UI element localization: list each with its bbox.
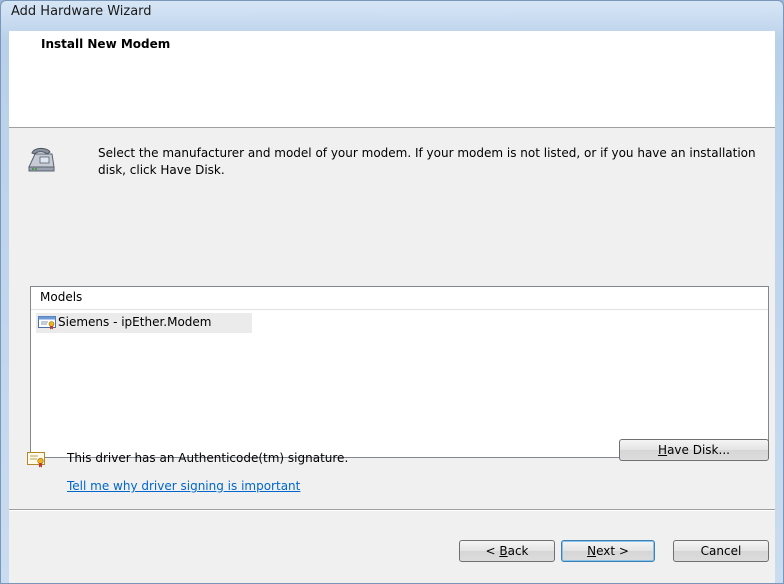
- have-disk-label: ave Disk...: [667, 443, 730, 457]
- cancel-button[interactable]: Cancel: [673, 540, 769, 562]
- back-button[interactable]: < Back: [459, 540, 555, 562]
- instructions-text: Select the manufacturer and model of you…: [98, 146, 756, 177]
- have-disk-mnemonic: H: [658, 443, 668, 457]
- models-column-header[interactable]: Models: [31, 287, 768, 310]
- driver-signing-link[interactable]: Tell me why driver signing is important: [67, 479, 300, 493]
- window-title: Add Hardware Wizard: [11, 4, 152, 19]
- page-title: Install New Modem: [41, 37, 171, 51]
- back-mnemonic: B: [499, 544, 508, 558]
- title-bar[interactable]: Add Hardware Wizard: [1, 1, 783, 25]
- modem-icon: [28, 147, 55, 172]
- back-label: ack: [507, 544, 529, 558]
- have-disk-button[interactable]: Have Disk...: [619, 439, 769, 461]
- next-button[interactable]: Next >: [561, 540, 655, 562]
- next-label: ext >: [596, 544, 629, 558]
- certificate-icon: [38, 316, 56, 330]
- footer-divider: [9, 509, 775, 511]
- models-list[interactable]: Models Siemens - ipEther.Modem: [30, 286, 769, 458]
- wizard-window: Add Hardware Wizard Install New Modem Se…: [0, 0, 784, 584]
- wizard-client-area: Install New Modem Select the manufacture…: [9, 31, 775, 583]
- signature-text: This driver has an Authenticode(tm) sign…: [67, 451, 349, 465]
- back-prefix: <: [485, 544, 500, 558]
- list-item[interactable]: Siemens - ipEther.Modem: [36, 313, 252, 333]
- certificate-icon: [27, 452, 45, 468]
- wizard-header: Install New Modem: [9, 31, 775, 128]
- next-mnemonic: N: [587, 544, 597, 558]
- models-header-label: Models: [40, 290, 83, 304]
- model-label: Siemens - ipEther.Modem: [58, 315, 212, 329]
